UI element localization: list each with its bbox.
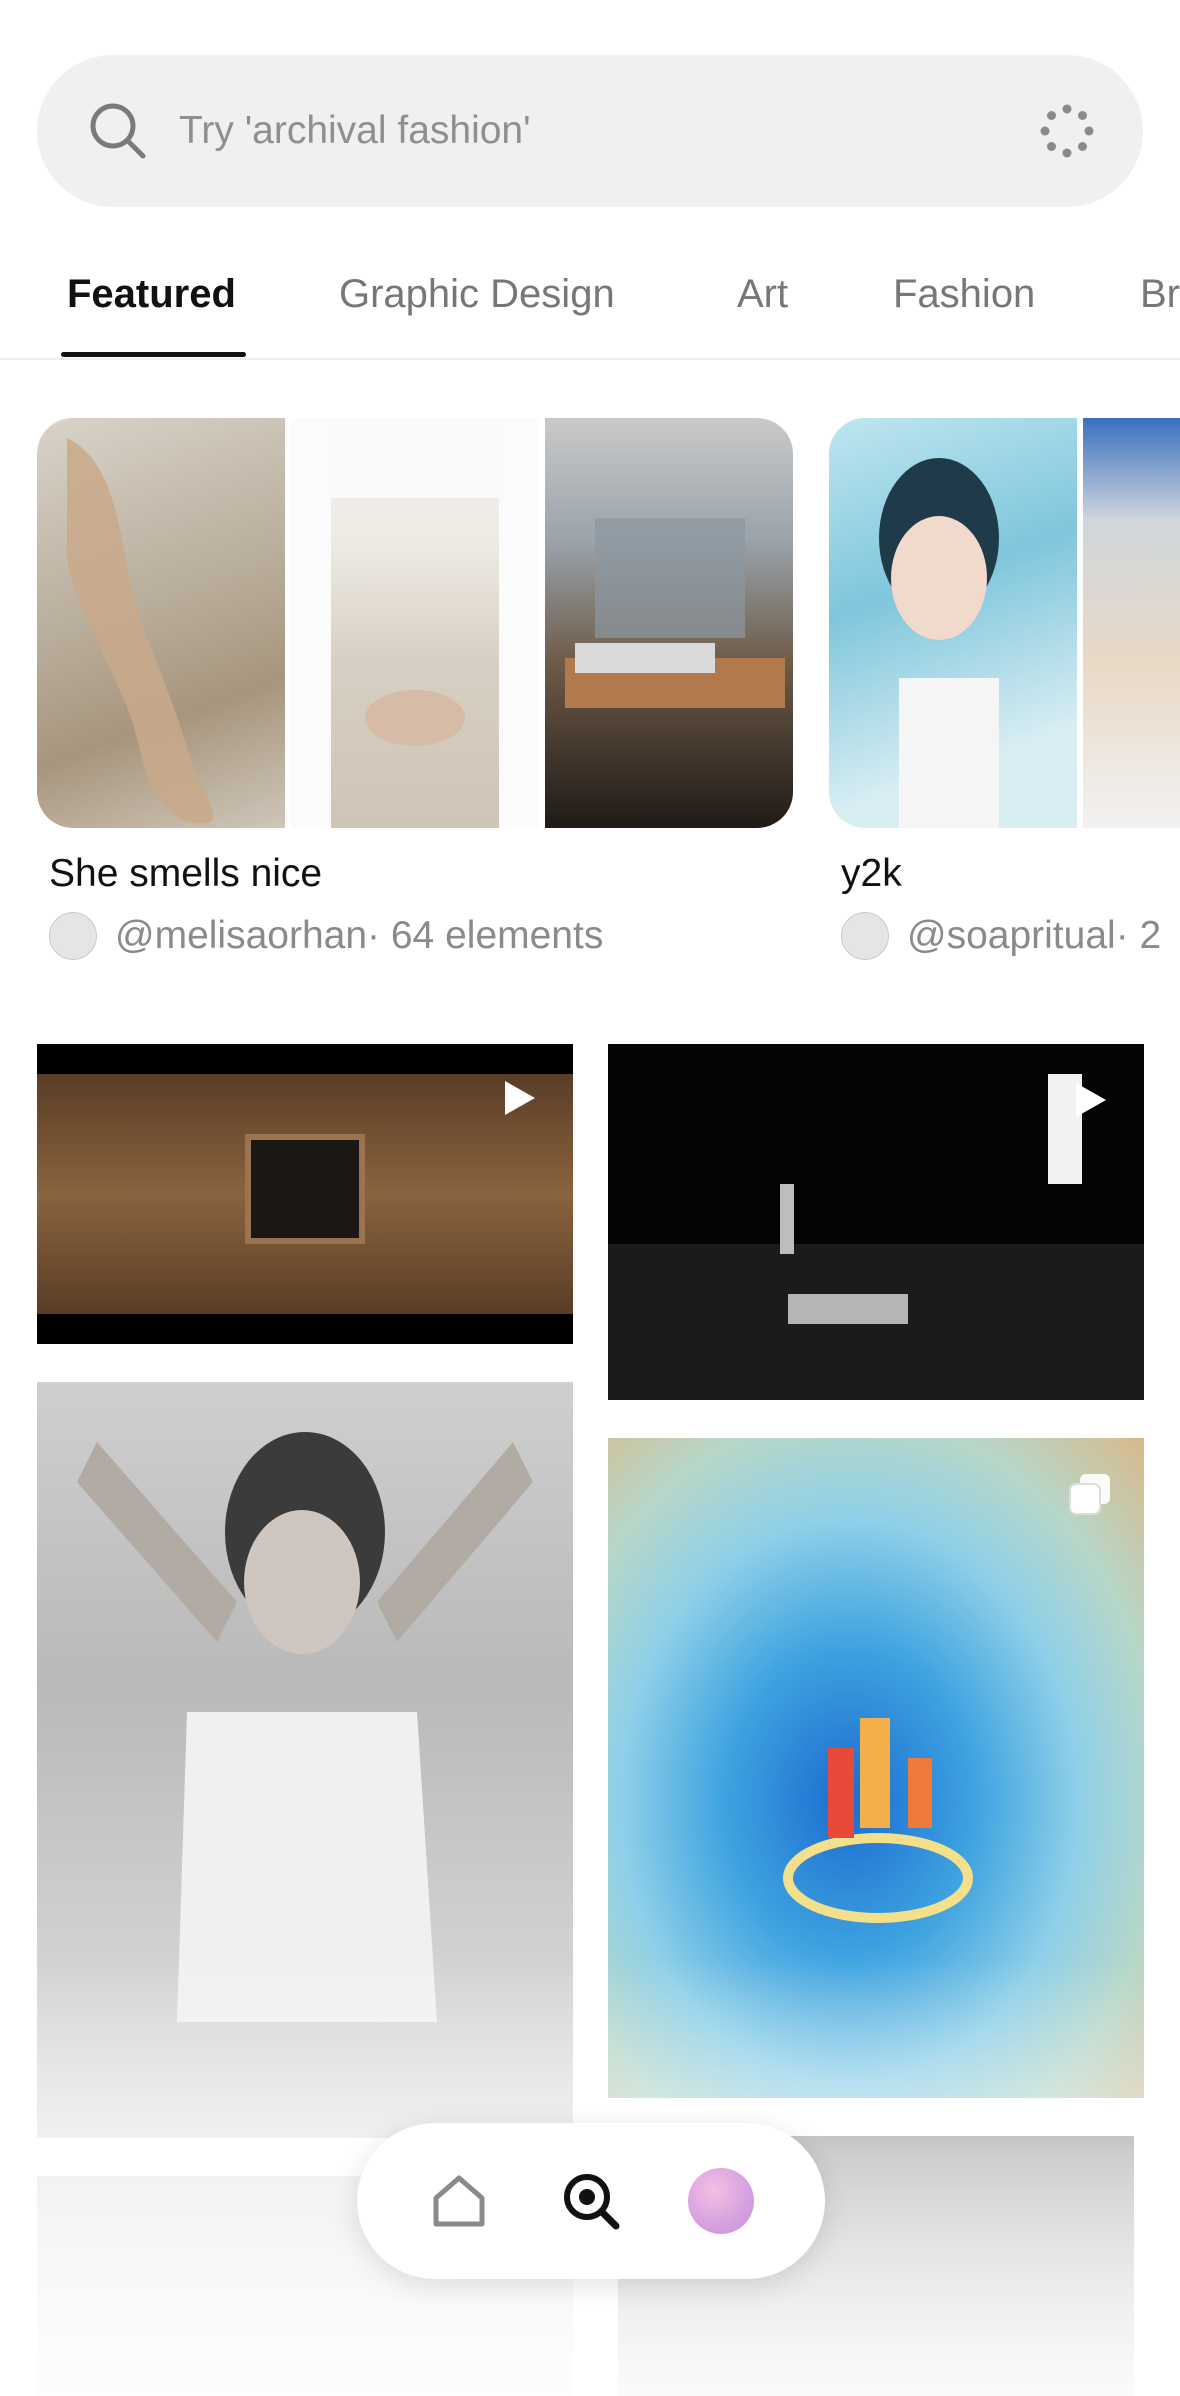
search-icon [90,103,146,159]
grid-image-tile[interactable] [608,1438,1144,2098]
profile-avatar [688,2168,754,2234]
author-avatar[interactable] [841,912,889,960]
search-bar[interactable] [37,55,1143,207]
nav-profile-button[interactable] [683,2163,759,2239]
collection-title: She smells nice [49,852,323,895]
search-icon [564,2174,620,2230]
video-frame [608,1074,1144,1400]
search-input[interactable] [179,97,999,165]
author-handle[interactable]: @soapritual [907,914,1116,958]
collection-card-she-smells-nice[interactable] [37,418,793,828]
collection-card-y2k[interactable] [829,418,1180,828]
author-avatar[interactable] [49,912,97,960]
category-tabs: Featured Graphic Design Art Fashion Br [0,232,1180,360]
collection-photo [291,418,539,828]
nav-home-button[interactable] [421,2163,497,2239]
portrait-photo [77,1432,533,2022]
tab-art[interactable]: Art [737,272,788,317]
bedroom-illustration [565,518,785,708]
collection-photo [829,418,1077,828]
grid-video-tile[interactable] [608,1044,1144,1400]
grid-video-tile[interactable] [37,1044,573,1344]
active-tab-indicator [61,352,246,357]
author-handle[interactable]: @melisaorhan [115,914,367,958]
play-icon [505,1081,535,1115]
element-count: · 64 elements [367,914,604,957]
tab-featured[interactable]: Featured [67,272,236,317]
multiple-images-icon [1069,1474,1110,1515]
nav-search-button[interactable] [553,2163,629,2239]
dotted-spinner-icon[interactable] [1039,103,1095,159]
ballet-shoe-illustration [67,438,214,824]
outfit-illustration [291,418,539,828]
play-icon [1076,1083,1106,1117]
tab-fashion[interactable]: Fashion [893,272,1035,317]
collection-meta: @melisaorhan · 64 elements [49,912,603,960]
collection-title: y2k [841,852,902,895]
tab-graphic-design[interactable]: Graphic Design [339,272,615,317]
home-icon [433,2175,485,2227]
collection-photo [545,418,793,828]
collection-photo [37,418,285,828]
collection-meta: @soapritual · 2 [841,912,1161,960]
collection-photo [1083,418,1180,828]
portrait-illustration [879,458,999,828]
element-count: · 2 [1115,914,1162,957]
tab-partial[interactable]: Br [1140,272,1180,317]
bottom-navigation [357,2123,825,2279]
artwork-illustration [783,1718,973,1923]
grid-image-tile[interactable] [37,1382,573,2138]
video-frame [37,1074,573,1314]
tv-screen [245,1134,365,1244]
